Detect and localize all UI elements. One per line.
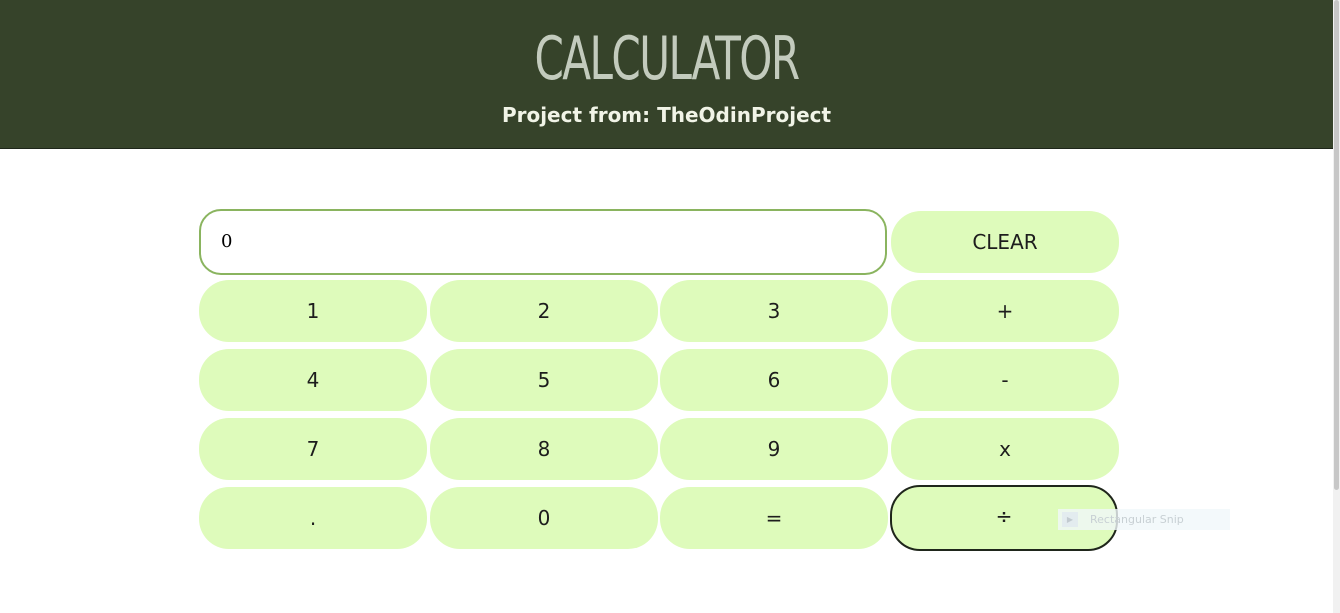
page-header: CALCULATOR Project from: TheOdinProject	[0, 0, 1333, 149]
calculator-display: 0	[199, 209, 887, 275]
play-icon: ▶	[1062, 512, 1078, 527]
digit-9-button[interactable]: 9	[660, 418, 888, 480]
clear-button[interactable]: CLEAR	[891, 211, 1119, 273]
digit-5-button[interactable]: 5	[430, 349, 658, 411]
digit-8-button[interactable]: 8	[430, 418, 658, 480]
scrollbar-thumb[interactable]	[1334, 0, 1339, 490]
digit-2-button[interactable]: 2	[430, 280, 658, 342]
digit-4-button[interactable]: 4	[199, 349, 427, 411]
page-title: CALCULATOR	[534, 24, 800, 94]
snip-label: Rectangular Snip	[1090, 513, 1184, 526]
digit-6-button[interactable]: 6	[660, 349, 888, 411]
subtract-button[interactable]: -	[891, 349, 1119, 411]
multiply-button[interactable]: x	[891, 418, 1119, 480]
decimal-button[interactable]: .	[199, 487, 427, 549]
add-button[interactable]: +	[891, 280, 1119, 342]
digit-0-button[interactable]: 0	[430, 487, 658, 549]
vertical-scrollbar[interactable]	[1333, 0, 1340, 613]
equals-button[interactable]: =	[660, 487, 888, 549]
digit-7-button[interactable]: 7	[199, 418, 427, 480]
rectangular-snip-overlay[interactable]: ▶ Rectangular Snip	[1058, 509, 1230, 530]
page-subtitle: Project from: TheOdinProject	[501, 103, 832, 127]
digit-3-button[interactable]: 3	[660, 280, 888, 342]
digit-1-button[interactable]: 1	[199, 280, 427, 342]
